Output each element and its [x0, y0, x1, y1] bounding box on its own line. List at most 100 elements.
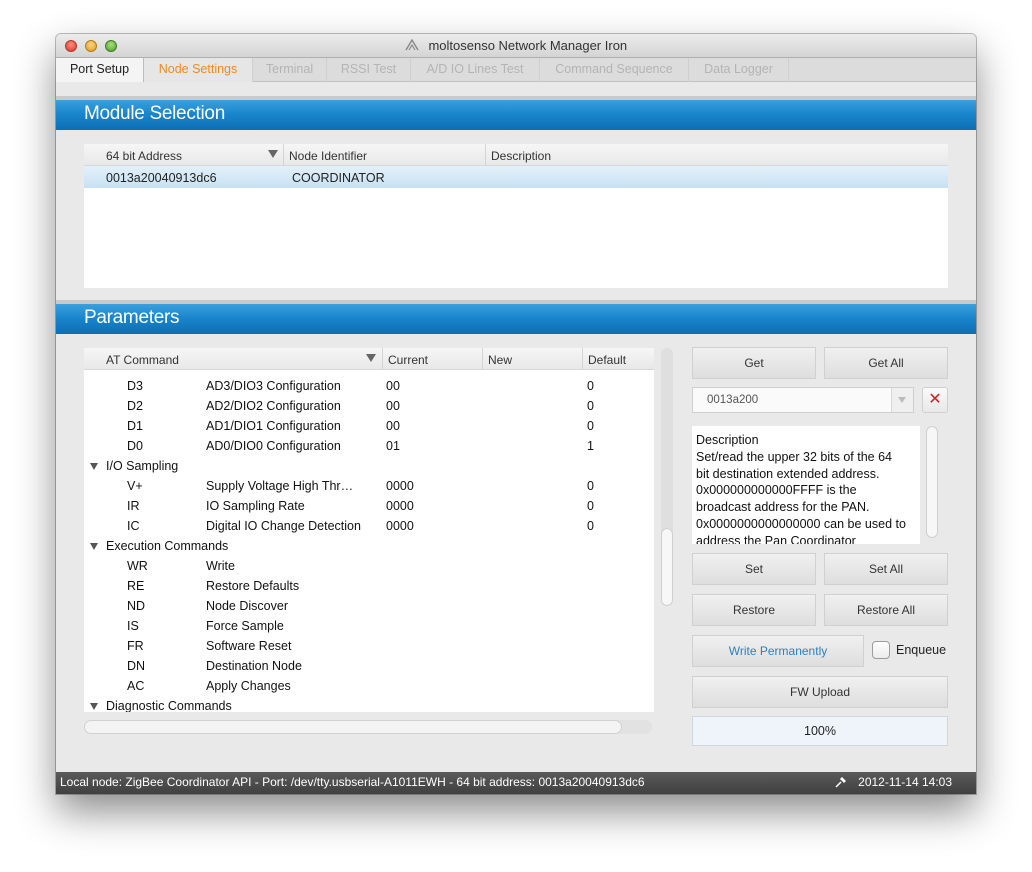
column-divider: [382, 348, 383, 370]
at-command-cell: D0: [127, 439, 143, 453]
set-button[interactable]: Set: [692, 553, 816, 585]
current-value-cell: 0000: [386, 479, 414, 493]
enqueue-checkbox[interactable]: [872, 641, 890, 659]
group-label: Execution Commands: [106, 539, 229, 553]
column-description[interactable]: Description: [491, 149, 551, 163]
column-new[interactable]: New: [488, 353, 512, 367]
parameter-row[interactable]: D1 AD1/DIO1 Configuration 00 0: [84, 417, 654, 437]
parameters-hscroll[interactable]: [84, 720, 652, 734]
parameter-name-cell: Node Discover: [206, 599, 288, 613]
disclosure-triangle-icon[interactable]: [90, 463, 98, 470]
parameter-row[interactable]: ND Node Discover: [84, 597, 654, 617]
enqueue-label: Enqueue: [896, 643, 947, 657]
disclosure-triangle-icon[interactable]: [90, 703, 98, 710]
at-command-cell: IR: [127, 499, 140, 513]
pin-icon: [835, 777, 846, 788]
parameter-row[interactable]: D2 AD2/DIO2 Configuration 00 0: [84, 397, 654, 417]
parameter-row[interactable]: IR IO Sampling Rate 0000 0: [84, 497, 654, 517]
parameters-vscroll-thumb[interactable]: [661, 528, 673, 606]
window-title-wrap: moltosenso Network Manager Iron: [56, 38, 976, 53]
sort-arrow-icon[interactable]: [268, 150, 278, 158]
at-command-cell: ND: [127, 599, 146, 613]
set-all-button[interactable]: Set All: [824, 553, 948, 585]
description-line: bit destination extended address.: [696, 466, 880, 481]
parameter-row[interactable]: D3 AD3/DIO3 Configuration 00 0: [84, 377, 654, 397]
parameter-row[interactable]: IC Digital IO Change Detection 0000 0: [84, 517, 654, 537]
tab-terminal[interactable]: Terminal: [253, 58, 327, 82]
get-all-button[interactable]: Get All: [824, 347, 948, 379]
description-line: address the Pan Coordinator: [696, 533, 856, 544]
column-64bit-address[interactable]: 64 bit Address: [106, 149, 182, 163]
parameter-group-row[interactable]: I/O Sampling: [84, 457, 654, 477]
tab-node-settings[interactable]: Node Settings: [144, 58, 253, 82]
parameter-row[interactable]: WR Write: [84, 557, 654, 577]
column-default[interactable]: Default: [588, 353, 626, 367]
parameters-hscroll-thumb[interactable]: [84, 720, 622, 734]
parameter-row[interactable]: D0 AD0/DIO0 Configuration 01 1: [84, 437, 654, 457]
current-value-cell: 0000: [386, 519, 414, 533]
combo-dropdown-button[interactable]: [891, 388, 913, 412]
parameter-name-cell: Write: [206, 559, 235, 573]
restore-all-button[interactable]: Restore All: [824, 594, 948, 626]
parameters-vscroll[interactable]: [661, 348, 673, 606]
current-value-cell: 00: [386, 399, 400, 413]
tab-port-setup[interactable]: Port Setup: [56, 58, 144, 82]
progress-indicator: 100%: [692, 716, 948, 746]
disclosure-triangle-icon[interactable]: [90, 543, 98, 550]
parameter-row[interactable]: AC Apply Changes: [84, 677, 654, 697]
column-at-command[interactable]: AT Command: [106, 353, 179, 367]
default-value-cell: 1: [587, 439, 594, 453]
description-vscroll[interactable]: [926, 426, 938, 538]
parameter-row[interactable]: V+ Supply Voltage High Thr… 0000 0: [84, 477, 654, 497]
parameter-row[interactable]: IS Force Sample: [84, 617, 654, 637]
description-vscroll-thumb[interactable]: [926, 426, 938, 538]
at-command-cell: RE: [127, 579, 145, 593]
table-row[interactable]: 0013a20040913dc6 COORDINATOR: [84, 166, 948, 188]
at-command-cell: D3: [127, 379, 143, 393]
parameter-row[interactable]: DN Destination Node: [84, 657, 654, 677]
default-value-cell: 0: [587, 379, 594, 393]
column-divider: [482, 348, 483, 370]
clear-value-button[interactable]: ✕: [922, 387, 948, 413]
value-combo-text: 0013a200: [707, 394, 759, 406]
tab-bar: Port Setup Node Settings Terminal RSSI T…: [56, 58, 976, 82]
column-divider: [582, 348, 583, 370]
column-current[interactable]: Current: [388, 353, 428, 367]
tab-rssi-test[interactable]: RSSI Test: [327, 58, 411, 82]
column-divider: [485, 144, 486, 166]
at-command-cell: V+: [127, 479, 143, 493]
close-icon: ✕: [928, 391, 942, 408]
parameter-group-row[interactable]: Diagnostic Commands: [84, 697, 654, 712]
tab-ad-io-lines-test[interactable]: A/D IO Lines Test: [411, 58, 540, 82]
value-combo[interactable]: 0013a200: [692, 387, 914, 413]
column-node-identifier[interactable]: Node Identifier: [289, 149, 367, 163]
group-label: I/O Sampling: [106, 459, 179, 473]
description-box[interactable]: Description Set/read the upper 32 bits of…: [692, 426, 920, 544]
status-text: Local node: ZigBee Coordinator API - Por…: [60, 775, 645, 789]
chevron-down-icon: [898, 397, 906, 403]
write-permanently-button[interactable]: Write Permanently: [692, 635, 864, 667]
description-line: 0x000000000000FFFF is the: [696, 483, 857, 498]
tab-command-sequence[interactable]: Command Sequence: [540, 58, 689, 82]
default-value-cell: 0: [587, 399, 594, 413]
parameter-group-row[interactable]: Execution Commands: [84, 537, 654, 557]
description-heading: Description: [696, 433, 759, 447]
row-identifier: COORDINATOR: [292, 171, 385, 185]
fw-upload-button[interactable]: FW Upload: [692, 676, 948, 708]
restore-button[interactable]: Restore: [692, 594, 816, 626]
current-value-cell: 0000: [386, 499, 414, 513]
parameters-header: Parameters: [56, 300, 976, 334]
parameter-name-cell: Destination Node: [206, 659, 302, 673]
parameter-row[interactable]: RE Restore Defaults: [84, 577, 654, 597]
at-command-cell: DN: [127, 659, 146, 673]
row-address: 0013a20040913dc6: [106, 171, 217, 185]
parameter-name-cell: Digital IO Change Detection: [206, 519, 361, 533]
at-command-cell: WR: [127, 559, 148, 573]
app-icon: [405, 39, 419, 51]
sort-arrow-icon[interactable]: [366, 354, 376, 362]
parameter-row[interactable]: FR Software Reset: [84, 637, 654, 657]
at-command-cell: FR: [127, 639, 144, 653]
parameter-name-cell: Software Reset: [206, 639, 292, 653]
tab-data-logger[interactable]: Data Logger: [689, 58, 789, 82]
get-button[interactable]: Get: [692, 347, 816, 379]
